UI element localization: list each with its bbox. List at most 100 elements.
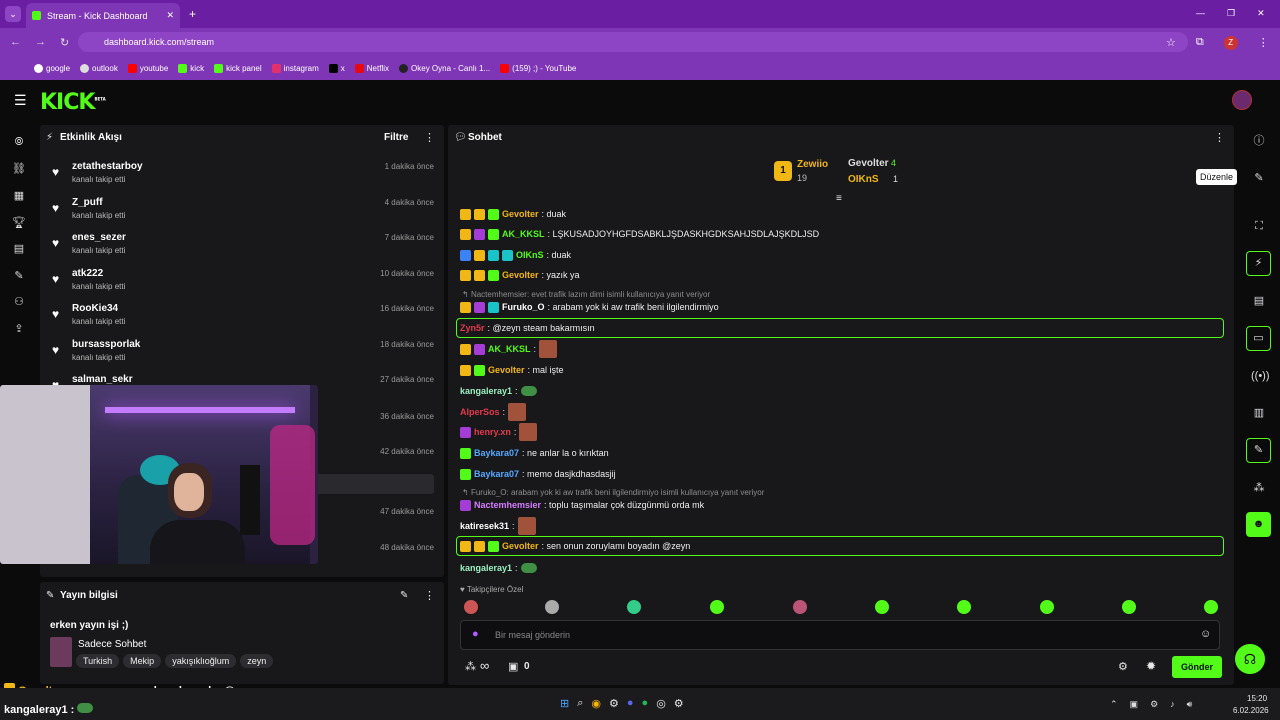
obs-icon[interactable]: ◎ <box>656 697 666 710</box>
users-icon[interactable]: ⚇ <box>12 295 26 309</box>
chat-username[interactable]: kangaleray1 <box>460 386 512 396</box>
collapse-leaderboard-icon[interactable]: ≡ <box>836 193 842 204</box>
profile-icon[interactable]: Z <box>1223 36 1238 50</box>
chat-settings-icon[interactable]: ⚙ <box>1118 660 1128 673</box>
activity-menu-icon[interactable]: ⋮ <box>424 131 435 144</box>
emote-2[interactable] <box>545 600 559 614</box>
info-menu-icon[interactable]: ⋮ <box>424 589 435 602</box>
bookmark-google[interactable]: google <box>34 63 70 73</box>
bookmark-kick[interactable]: kick <box>178 63 204 73</box>
menu-icon[interactable]: ⋮ <box>1258 36 1269 50</box>
chat-username[interactable]: kangaleray1 <box>460 563 512 573</box>
emote-5[interactable] <box>793 600 807 614</box>
spotify-icon[interactable]: ● <box>642 697 649 710</box>
activity-username[interactable]: bursassporlak <box>72 339 140 350</box>
restore-icon[interactable]: ❐ <box>1227 8 1235 19</box>
chat-username[interactable]: Gevolter <box>502 270 539 280</box>
emote-6[interactable] <box>875 600 889 614</box>
trophy-icon[interactable]: 🏆︎ <box>12 216 26 230</box>
bookmark-instagram[interactable]: instagram <box>271 63 319 73</box>
share-icon[interactable]: ⁂ <box>1251 480 1267 496</box>
emote-menu-icon[interactable]: ✹ <box>1146 659 1156 673</box>
chat-username[interactable]: OIKnS <box>516 250 544 260</box>
close-tab-icon[interactable]: ✕ <box>166 10 174 21</box>
chat-username[interactable]: AK_KKSL <box>488 344 531 354</box>
chat-menu-icon[interactable]: ⋮ <box>1214 131 1225 144</box>
windows-start-icon[interactable]: ⊞ <box>560 697 569 710</box>
chat-username[interactable]: Nactemhemsier <box>474 500 541 510</box>
analytics-icon[interactable]: ▦ <box>12 189 26 203</box>
tag[interactable]: yakışıklıoğlum <box>165 654 237 668</box>
extensions-icon[interactable]: ⧉ <box>1196 36 1204 50</box>
activity-username[interactable]: salman_sekr <box>72 374 133 385</box>
tools-icon[interactable]: ✎ <box>12 269 26 283</box>
user-avatar[interactable] <box>1232 90 1252 110</box>
upload-icon[interactable]: ⇪ <box>12 322 26 336</box>
focus-icon[interactable]: ⛶ <box>1251 218 1267 234</box>
bookmark-netflix[interactable]: Netflix <box>354 63 389 73</box>
printer-icon[interactable]: ▥ <box>1251 405 1267 421</box>
emote-8[interactable] <box>1040 600 1054 614</box>
minimize-icon[interactable]: — <box>1196 8 1205 19</box>
hamburger-menu-icon[interactable]: ☰ <box>14 92 27 109</box>
support-button[interactable]: ☊ <box>1235 644 1265 674</box>
tag[interactable]: zeyn <box>240 654 274 668</box>
emote-10[interactable] <box>1204 600 1218 614</box>
chat-username[interactable]: Gevolter <box>502 209 539 219</box>
chat-input[interactable]: Bir mesaj gönderin <box>460 620 1220 650</box>
bookmark-x[interactable]: x <box>328 63 345 73</box>
volume-icon[interactable]: 🔊︎ <box>1187 699 1193 710</box>
forward-icon[interactable]: → <box>35 36 46 49</box>
chat-username[interactable]: katiresek31 <box>460 521 509 531</box>
activity-username[interactable]: zetathestarboy <box>72 161 143 172</box>
tray-app-icon[interactable]: ▣ <box>1130 699 1139 710</box>
activity-username[interactable]: RooKie34 <box>72 303 118 314</box>
chat-username[interactable]: Baykara07 <box>474 469 519 479</box>
chat-username[interactable]: Zyn5r <box>460 323 485 333</box>
bookmark-youtube-2[interactable]: (159) ;) - YouTube <box>500 63 576 73</box>
tray-steam-icon[interactable]: ⚙ <box>1150 699 1158 710</box>
chat-username[interactable]: Gevolter <box>488 365 525 375</box>
category-name[interactable]: Sadece Sohbet <box>78 639 146 650</box>
bookmark-okey[interactable]: Okey Oyna - Canlı 1... <box>399 63 490 73</box>
chat-username[interactable]: Baykara07 <box>474 448 519 458</box>
media-icon[interactable]: ▤ <box>12 242 26 256</box>
filter-button[interactable]: Filtre <box>384 132 408 143</box>
activity-username[interactable]: Z_puff <box>72 197 103 208</box>
tab-list-button[interactable]: ⌄ <box>5 6 21 22</box>
link-icon[interactable]: ⛓ <box>12 162 26 176</box>
clock-date[interactable]: 6.02.2026 <box>1233 706 1269 715</box>
tag[interactable]: Mekip <box>123 654 162 668</box>
chat-username[interactable]: henry.xn <box>474 427 511 437</box>
edit-pencil-icon[interactable]: ✎ <box>400 590 408 601</box>
discord-icon[interactable]: ● <box>627 697 634 710</box>
gift-icon[interactable]: ▣ <box>508 660 518 673</box>
bookmark-star-icon[interactable]: ☆ <box>1166 36 1176 50</box>
emoji-icon[interactable]: ☺ <box>1200 628 1211 640</box>
chat-username[interactable]: AK_KKSL <box>502 229 545 239</box>
wrench-tool-icon[interactable]: ✎ <box>1246 438 1271 463</box>
reload-icon[interactable]: ↻ <box>60 36 69 49</box>
info-icon[interactable]: ⓘ <box>1251 133 1267 149</box>
steam-icon[interactable]: ⚙ <box>609 697 619 710</box>
close-window-icon[interactable]: ✕ <box>1257 8 1265 19</box>
emote-1[interactable] <box>464 600 478 614</box>
chat-toggle-icon[interactable]: ▭ <box>1246 326 1271 351</box>
emote-9[interactable] <box>1122 600 1136 614</box>
send-button[interactable]: Gönder <box>1172 656 1222 678</box>
url-field[interactable]: dashboard.kick.com/stream <box>78 32 1188 52</box>
emote-7[interactable] <box>957 600 971 614</box>
stream-icon[interactable]: ⦾ <box>12 135 26 149</box>
app-icon[interactable]: ⚙ <box>674 697 684 710</box>
edit-icon[interactable]: ✎ <box>1251 170 1267 186</box>
chrome-icon[interactable]: ◉ <box>591 697 601 710</box>
activity-username[interactable]: enes_sezer <box>72 232 126 243</box>
chat-username[interactable]: Gevolter <box>502 541 539 551</box>
kick-logo[interactable]: KICKBETA <box>40 90 106 115</box>
emote-3[interactable] <box>627 600 641 614</box>
chat-username[interactable]: AlperSos <box>460 407 500 417</box>
tray-chevron-icon[interactable]: ⌃ <box>1110 699 1118 710</box>
mic-icon[interactable]: ● <box>472 628 479 640</box>
new-tab-icon[interactable]: + <box>189 7 196 21</box>
mic-tray-icon[interactable]: ♪ <box>1170 699 1175 710</box>
